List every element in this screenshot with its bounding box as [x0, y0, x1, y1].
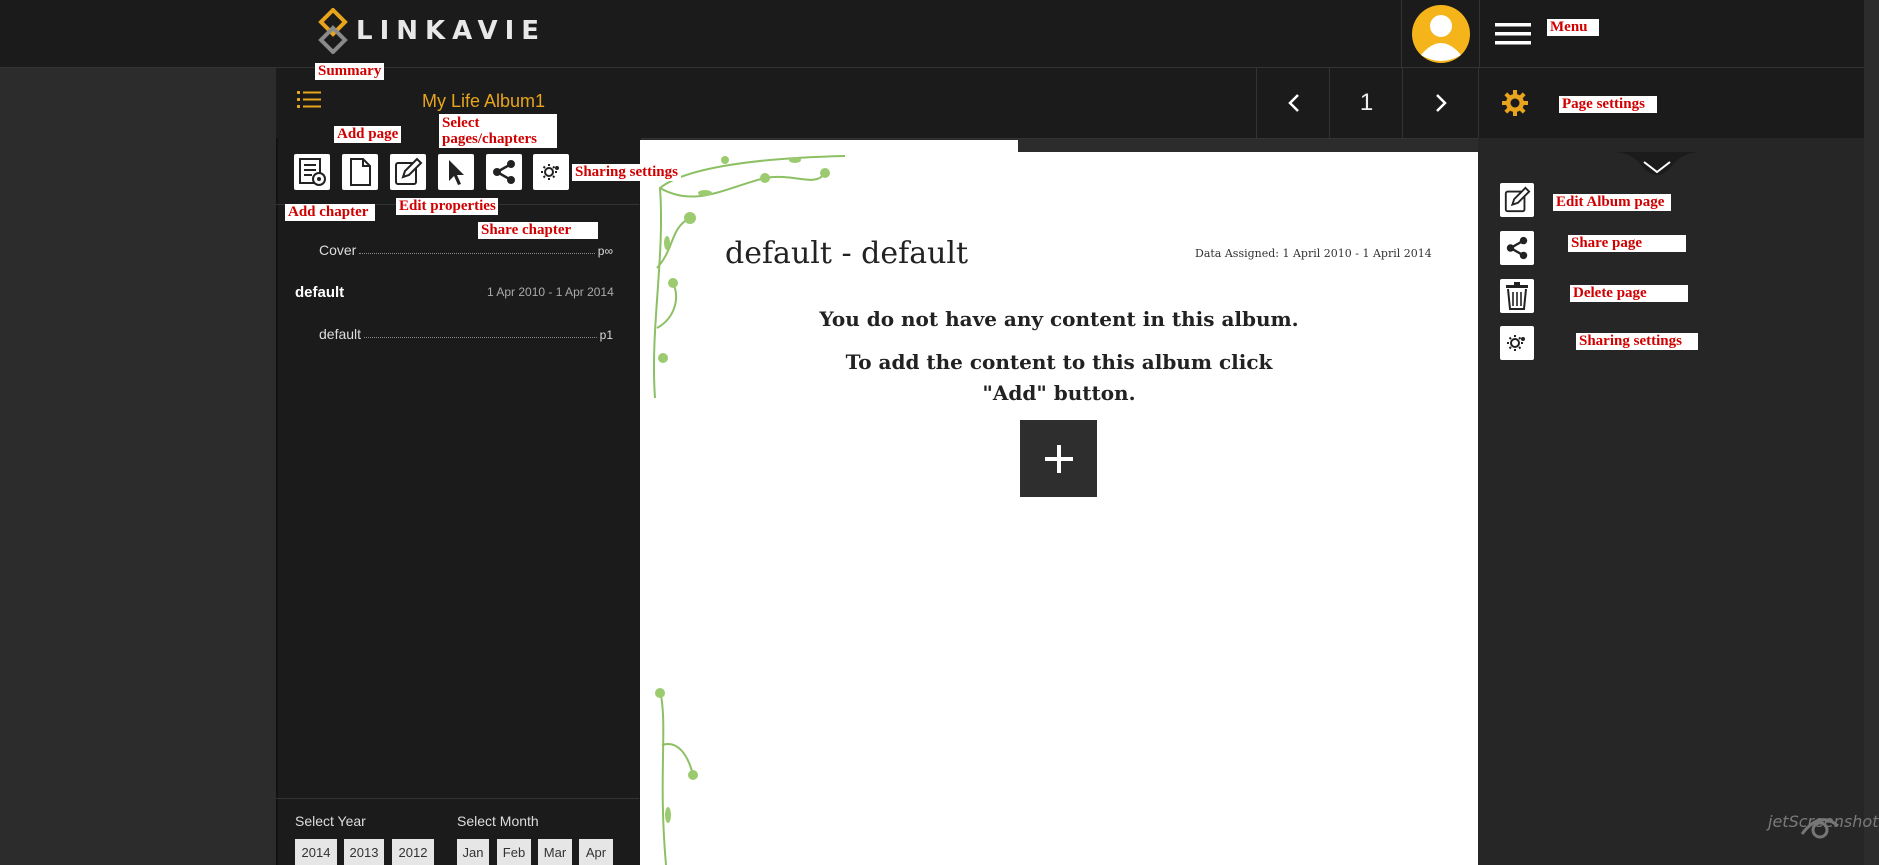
- annotation-share-page: Share page: [1568, 235, 1686, 252]
- hamburger-icon: [1495, 22, 1531, 44]
- share-icon: [1506, 236, 1528, 260]
- year-2013-button[interactable]: 2013: [344, 839, 384, 865]
- avatar[interactable]: [1401, 0, 1480, 67]
- album-title: My Life Album1: [422, 91, 546, 111]
- page-settings-button[interactable]: [1478, 68, 1551, 138]
- toc-leader: [364, 337, 597, 338]
- add-chapter-icon: [299, 158, 326, 186]
- annotation-page-settings: Page settings: [1559, 96, 1657, 113]
- month-apr-button[interactable]: Apr: [579, 839, 613, 865]
- annotation-select-pages-line1: Select: [442, 115, 480, 131]
- add-instruction-line2: "Add" button.: [982, 381, 1136, 405]
- month-jan-button[interactable]: Jan: [457, 839, 489, 865]
- annotation-summary: Summary: [315, 63, 385, 80]
- page-number-value: 1: [1359, 89, 1374, 116]
- chevron-down-icon: [1612, 152, 1702, 175]
- annotation-sharing-settings: Sharing settings: [572, 164, 681, 181]
- toc-chapter-title[interactable]: default: [295, 284, 344, 301]
- collapse-panel-button[interactable]: [1612, 150, 1702, 184]
- divider: [276, 798, 639, 799]
- annotation-share-chapter: Share chapter: [478, 222, 598, 239]
- year-2012-button[interactable]: 2012: [392, 839, 434, 865]
- empty-album-message: You do not have any content in this albu…: [819, 307, 1299, 331]
- logo-icon: [318, 8, 348, 54]
- avatar-icon: [1411, 4, 1470, 63]
- page-sharing-settings-button[interactable]: [1500, 326, 1534, 360]
- annotation-edit-album-page: Edit Album page: [1553, 194, 1671, 211]
- month-feb-button[interactable]: Feb: [497, 839, 531, 865]
- annotation-add-page: Add page: [334, 126, 402, 143]
- select-pages-button[interactable]: [438, 154, 474, 190]
- month-mar-button[interactable]: Mar: [538, 839, 572, 865]
- next-page-button[interactable]: [1402, 68, 1479, 138]
- sharing-settings-icon: [541, 164, 559, 180]
- floral-bottom-decoration: [655, 688, 698, 865]
- share-page-button[interactable]: [1500, 231, 1534, 265]
- trash-icon: [1506, 282, 1528, 310]
- annotation-select-pages: Select pages/chapters: [439, 114, 557, 148]
- chevron-right-icon: [1436, 94, 1447, 112]
- chapter-sharing-settings-button[interactable]: [533, 154, 569, 190]
- select-month-label: Select Month: [457, 813, 539, 829]
- toc-cover-label: Cover: [319, 242, 357, 258]
- plus-icon: [1044, 444, 1073, 473]
- page-tab-edge: [1018, 140, 1478, 152]
- summary-button[interactable]: [295, 88, 329, 118]
- add-page-button[interactable]: [342, 154, 378, 190]
- year-2014-button[interactable]: 2014: [295, 839, 337, 865]
- logo-text: LINKAVIE: [356, 16, 547, 46]
- toc-cover-page: p∞: [597, 244, 613, 258]
- add-content-button[interactable]: [1020, 420, 1097, 497]
- annotation-menu: Menu: [1547, 19, 1599, 36]
- toc-leader: [359, 253, 595, 254]
- toc-page-label: default: [319, 326, 362, 342]
- annotation-delete-page: Delete page: [1570, 285, 1688, 302]
- gear-icon: [1502, 90, 1528, 116]
- page-heading: default - default: [725, 236, 969, 271]
- delete-page-button[interactable]: [1500, 279, 1534, 313]
- edit-properties-button[interactable]: [390, 154, 426, 190]
- add-instruction-line1: To add the content to this album click: [845, 350, 1273, 374]
- logo[interactable]: LINKAVIE: [318, 7, 546, 55]
- cursor-icon: [449, 160, 464, 185]
- add-page-icon: [350, 158, 371, 186]
- annotation-select-pages-line2: pages/chapters: [442, 131, 537, 147]
- menu-button[interactable]: [1478, 0, 1548, 67]
- sharing-settings-icon: [1507, 335, 1525, 351]
- edit-album-page-button[interactable]: [1500, 183, 1534, 217]
- share-icon: [493, 160, 515, 184]
- toc-page-ref: p1: [599, 328, 613, 342]
- add-chapter-button[interactable]: [294, 154, 330, 190]
- annotation-edit-properties: Edit properties: [396, 198, 498, 215]
- select-year-label: Select Year: [295, 813, 366, 829]
- watermark-icon: [1800, 818, 1839, 839]
- toc-cover-item[interactable]: Cover p∞: [319, 242, 613, 258]
- edit-icon: [395, 157, 423, 185]
- page-date-assigned: Data Assigned: 1 April 2010 - 1 April 20…: [1195, 247, 1432, 260]
- page-number: 1: [1329, 68, 1403, 138]
- edit-icon: [1504, 186, 1531, 213]
- list-icon: [297, 91, 321, 108]
- toc-page-item[interactable]: default p1: [319, 326, 613, 342]
- annotation-add-chapter: Add chapter: [285, 204, 375, 221]
- share-chapter-button[interactable]: [486, 154, 522, 190]
- toc-chapter-dates: 1 Apr 2010 - 1 Apr 2014: [487, 285, 614, 299]
- prev-page-button[interactable]: [1256, 68, 1330, 138]
- chevron-left-icon: [1287, 94, 1299, 112]
- annotation-right-sharing-settings: Sharing settings: [1576, 333, 1698, 350]
